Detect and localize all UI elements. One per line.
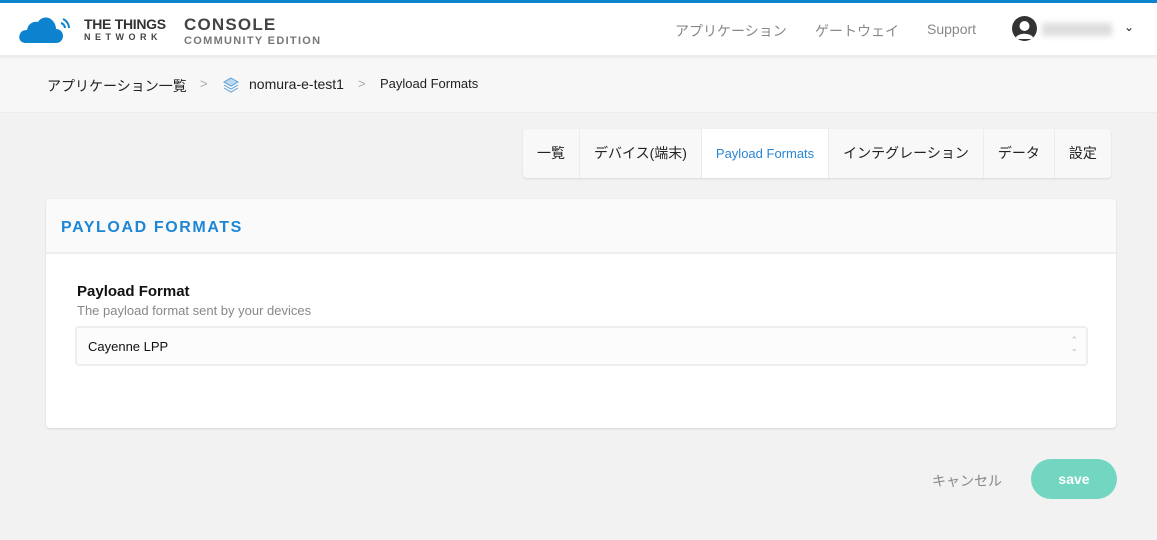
payload-formats-card: PAYLOAD FORMATS Payload Format The paylo… — [46, 199, 1116, 428]
card-title: PAYLOAD FORMATS — [61, 219, 243, 236]
console-subtitle: COMMUNITY EDITION — [184, 35, 322, 47]
console-title: CONSOLE — [184, 15, 277, 34]
select-value: Cayenne LPP — [88, 339, 169, 354]
application-tabs: 一覧 デバイス(端末) Payload Formats インテグレーション デー… — [523, 129, 1111, 178]
username-blurred[interactable] — [1042, 23, 1112, 36]
field-description: The payload format sent by your devices — [77, 303, 312, 318]
nav-support[interactable]: Support — [927, 21, 976, 37]
header: THE THINGS NETWORK CONSOLE COMMUNITY EDI… — [0, 3, 1157, 57]
save-button[interactable]: save — [1031, 459, 1117, 499]
breadcrumb-separator: > — [358, 76, 366, 91]
nav-applications[interactable]: アプリケーション — [675, 21, 787, 41]
brand-line1: THE THINGS — [84, 15, 166, 32]
breadcrumb: アプリケーション一覧 > nomura-e-test1 > Payload Fo… — [0, 59, 1157, 113]
user-avatar-icon[interactable] — [1012, 16, 1037, 41]
breadcrumb-current: Payload Formats — [380, 76, 479, 91]
nav-gateways[interactable]: ゲートウェイ — [815, 21, 899, 41]
stack-layers-icon — [222, 77, 240, 93]
tab-data[interactable]: データ — [984, 129, 1055, 178]
tab-integrations[interactable]: インテグレーション — [829, 129, 984, 178]
breadcrumb-applications[interactable]: アプリケーション一覧 — [47, 76, 187, 96]
select-updown-icon: ⌃ ⌄ — [1070, 335, 1078, 353]
cloud-icon — [19, 17, 70, 43]
cancel-button[interactable]: キャンセル — [932, 471, 1002, 491]
tab-overview[interactable]: 一覧 — [523, 129, 580, 178]
ttn-logo[interactable]: THE THINGS NETWORK — [18, 14, 166, 44]
breadcrumb-separator: > — [200, 76, 208, 91]
tab-devices[interactable]: デバイス(端末) — [580, 129, 702, 178]
breadcrumb-application[interactable]: nomura-e-test1 — [249, 76, 344, 92]
brand-line2: NETWORK — [84, 31, 162, 42]
field-label: Payload Format — [77, 283, 190, 300]
payload-format-select[interactable]: Cayenne LPP ⌃ ⌄ — [75, 326, 1088, 366]
chevron-down-icon[interactable]: ⌄ — [1124, 20, 1134, 34]
tab-payload-formats[interactable]: Payload Formats — [701, 129, 830, 178]
tab-settings[interactable]: 設定 — [1055, 129, 1111, 178]
